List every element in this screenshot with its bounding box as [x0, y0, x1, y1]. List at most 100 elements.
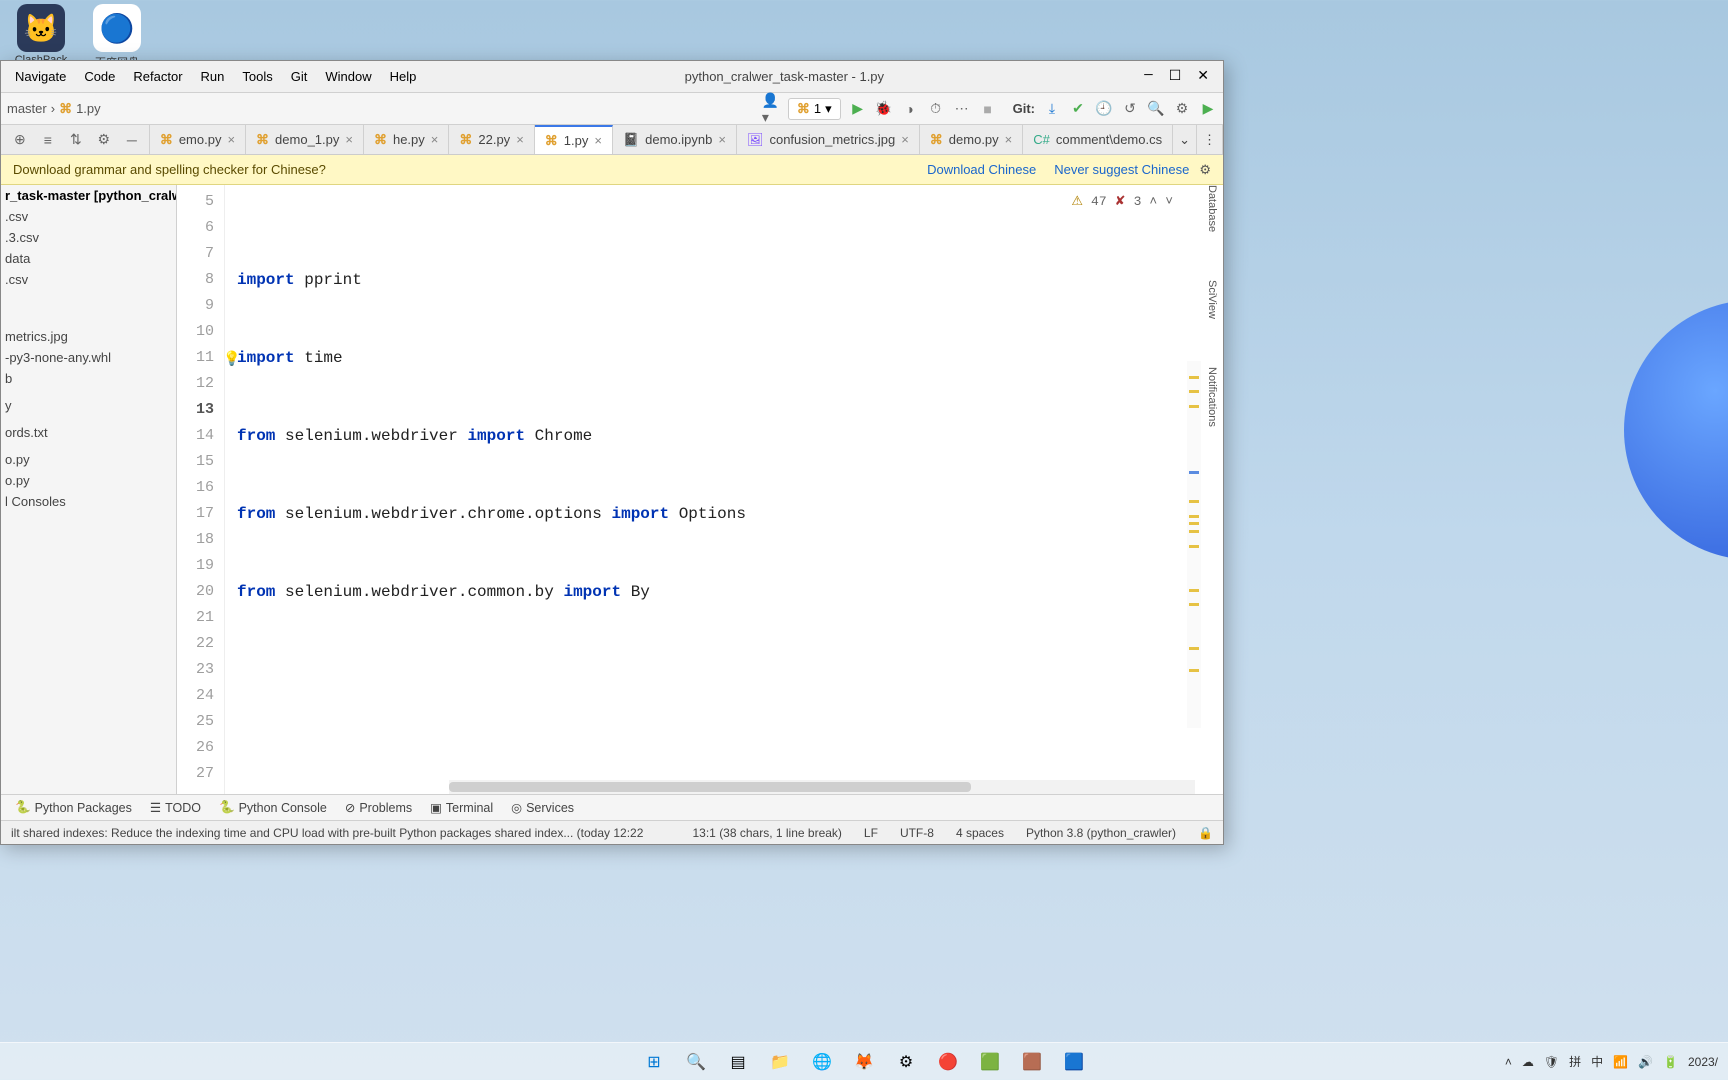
tray-chevron-icon[interactable]: ˄: [1505, 1055, 1512, 1069]
menu-tools[interactable]: Tools: [234, 65, 280, 88]
tree-item[interactable]: o.py: [1, 449, 176, 470]
close-icon[interactable]: ×: [345, 132, 353, 147]
tool-python-packages[interactable]: 🐍 Python Packages: [15, 800, 132, 815]
clock[interactable]: 2023/: [1688, 1055, 1718, 1069]
minimize-button[interactable]: ─: [1144, 68, 1152, 85]
app-icon[interactable]: 🟩: [973, 1048, 1007, 1076]
tree-item[interactable]: .csv: [1, 269, 176, 290]
tab-demo-py[interactable]: ⌘demo.py×: [920, 125, 1023, 154]
never-suggest-link[interactable]: Never suggest Chinese: [1054, 162, 1189, 177]
close-icon[interactable]: ×: [901, 132, 909, 147]
git-rollback-button[interactable]: ↺: [1121, 100, 1139, 118]
tree-item[interactable]: b: [1, 368, 176, 389]
edge-icon[interactable]: 🌐: [805, 1048, 839, 1076]
inspections-widget[interactable]: ⚠47 ✘3 ˄ ˅: [1071, 189, 1173, 215]
chevron-up-icon[interactable]: ˄: [1149, 189, 1157, 215]
menu-run[interactable]: Run: [193, 65, 233, 88]
tool-services[interactable]: ◎ Services: [511, 800, 574, 815]
tab-emo[interactable]: ⌘emo.py×: [150, 125, 246, 154]
close-icon[interactable]: ×: [227, 132, 235, 147]
tree-item[interactable]: o.py: [1, 470, 176, 491]
menu-refactor[interactable]: Refactor: [125, 65, 190, 88]
tab-comment-demo-cs[interactable]: C#comment\demo.cs: [1023, 125, 1173, 154]
intention-bulb-icon[interactable]: 💡: [223, 347, 240, 373]
run-config-selector[interactable]: ⌘ 1 ▾: [788, 98, 841, 120]
security-icon[interactable]: 🛡: [1544, 1055, 1559, 1069]
chevron-down-icon[interactable]: ˅: [1165, 189, 1173, 215]
hide-icon[interactable]: ─: [123, 131, 141, 149]
tree-root[interactable]: r_task-master [python_cralwe: [1, 185, 176, 206]
tree-item[interactable]: -py3-none-any.whl: [1, 347, 176, 368]
tab-confusion-metrics[interactable]: 🖼confusion_metrics.jpg×: [737, 125, 920, 154]
menu-git[interactable]: Git: [283, 65, 316, 88]
close-icon[interactable]: ×: [594, 133, 602, 148]
menu-navigate[interactable]: Navigate: [7, 65, 74, 88]
tabs-overflow[interactable]: ⌄: [1173, 125, 1197, 154]
task-view-icon[interactable]: ▤: [721, 1048, 755, 1076]
battery-icon[interactable]: 🔋: [1663, 1055, 1678, 1069]
code-editor[interactable]: 💡 import pprint import time from seleniu…: [225, 185, 1223, 794]
stop-button[interactable]: ■: [979, 100, 997, 118]
settings-icon[interactable]: ⚙: [889, 1048, 923, 1076]
menu-help[interactable]: Help: [382, 65, 425, 88]
tool-notifications[interactable]: Notifications: [1204, 363, 1220, 431]
menu-window[interactable]: Window: [317, 65, 379, 88]
tabs-menu[interactable]: ⋮: [1197, 125, 1223, 154]
extensions-button[interactable]: ▶: [1199, 100, 1217, 118]
explorer-icon[interactable]: 📁: [763, 1048, 797, 1076]
tree-item[interactable]: .csv: [1, 206, 176, 227]
target-icon[interactable]: ⊕: [11, 131, 29, 149]
expand-icon[interactable]: ≡: [39, 131, 57, 149]
collapse-icon[interactable]: ⇅: [67, 131, 85, 149]
tool-python-console[interactable]: 🐍 Python Console: [219, 800, 327, 815]
tab-he[interactable]: ⌘he.py×: [364, 125, 449, 154]
user-icon[interactable]: 👤▾: [762, 100, 780, 118]
error-stripe[interactable]: [1187, 361, 1201, 728]
horizontal-scrollbar[interactable]: [449, 780, 1195, 794]
ime-indicator[interactable]: 拼: [1569, 1053, 1581, 1070]
python-interpreter[interactable]: Python 3.8 (python_crawler): [1026, 826, 1176, 840]
run-button[interactable]: ▶: [849, 100, 867, 118]
chrome-icon[interactable]: 🔴: [931, 1048, 965, 1076]
maximize-button[interactable]: ☐: [1169, 68, 1182, 85]
settings-button[interactable]: ⚙: [1173, 100, 1191, 118]
close-icon[interactable]: ×: [1005, 132, 1013, 147]
profile-button[interactable]: ⏱: [927, 100, 945, 118]
banner-settings-icon[interactable]: ⚙: [1199, 162, 1211, 178]
tool-problems[interactable]: ⊘ Problems: [345, 800, 412, 815]
tree-item[interactable]: .3.csv: [1, 227, 176, 248]
download-chinese-link[interactable]: Download Chinese: [927, 162, 1036, 177]
git-history-button[interactable]: 🕘: [1095, 100, 1113, 118]
tree-item[interactable]: l Consoles: [1, 491, 176, 512]
debug-button[interactable]: 🐞: [875, 100, 893, 118]
firefox-icon[interactable]: 🦊: [847, 1048, 881, 1076]
tool-sciview[interactable]: SciView: [1204, 276, 1220, 323]
tab-demo-ipynb[interactable]: 📓demo.ipynb×: [613, 125, 737, 154]
app-icon[interactable]: 🟫: [1015, 1048, 1049, 1076]
tool-terminal[interactable]: ▣ Terminal: [430, 800, 493, 815]
tab-22[interactable]: ⌘22.py×: [449, 125, 534, 154]
search-button[interactable]: 🔍: [1147, 100, 1165, 118]
tool-todo[interactable]: ☰ TODO: [150, 800, 201, 815]
gear-icon[interactable]: ⚙: [95, 131, 113, 149]
coverage-button[interactable]: ◑: [901, 100, 919, 118]
close-button[interactable]: ✕: [1197, 68, 1209, 85]
start-button[interactable]: ⊞: [637, 1048, 671, 1076]
tool-database[interactable]: Database: [1204, 181, 1220, 236]
caret-position[interactable]: 13:1 (38 chars, 1 line break): [693, 826, 842, 840]
file-encoding[interactable]: UTF-8: [900, 826, 934, 840]
close-icon[interactable]: ×: [718, 132, 726, 147]
tree-item[interactable]: metrics.jpg: [1, 326, 176, 347]
tree-item[interactable]: ords.txt: [1, 422, 176, 443]
more-run-button[interactable]: ⋯: [953, 100, 971, 118]
line-separator[interactable]: LF: [864, 826, 878, 840]
tree-item[interactable]: data: [1, 248, 176, 269]
close-icon[interactable]: ×: [431, 132, 439, 147]
app-icon[interactable]: 🟦: [1057, 1048, 1091, 1076]
project-tree[interactable]: r_task-master [python_cralwe .csv .3.csv…: [1, 185, 177, 794]
git-update-button[interactable]: ⤓: [1043, 100, 1061, 118]
close-icon[interactable]: ×: [516, 132, 524, 147]
onedrive-icon[interactable]: ☁: [1522, 1055, 1534, 1069]
menu-code[interactable]: Code: [76, 65, 123, 88]
taskbar[interactable]: ⊞ 🔍 ▤ 📁 🌐 🦊 ⚙ 🔴 🟩 🟫 🟦 ˄ ☁ 🛡 拼 中 📶 🔊 🔋 20…: [0, 1042, 1728, 1080]
